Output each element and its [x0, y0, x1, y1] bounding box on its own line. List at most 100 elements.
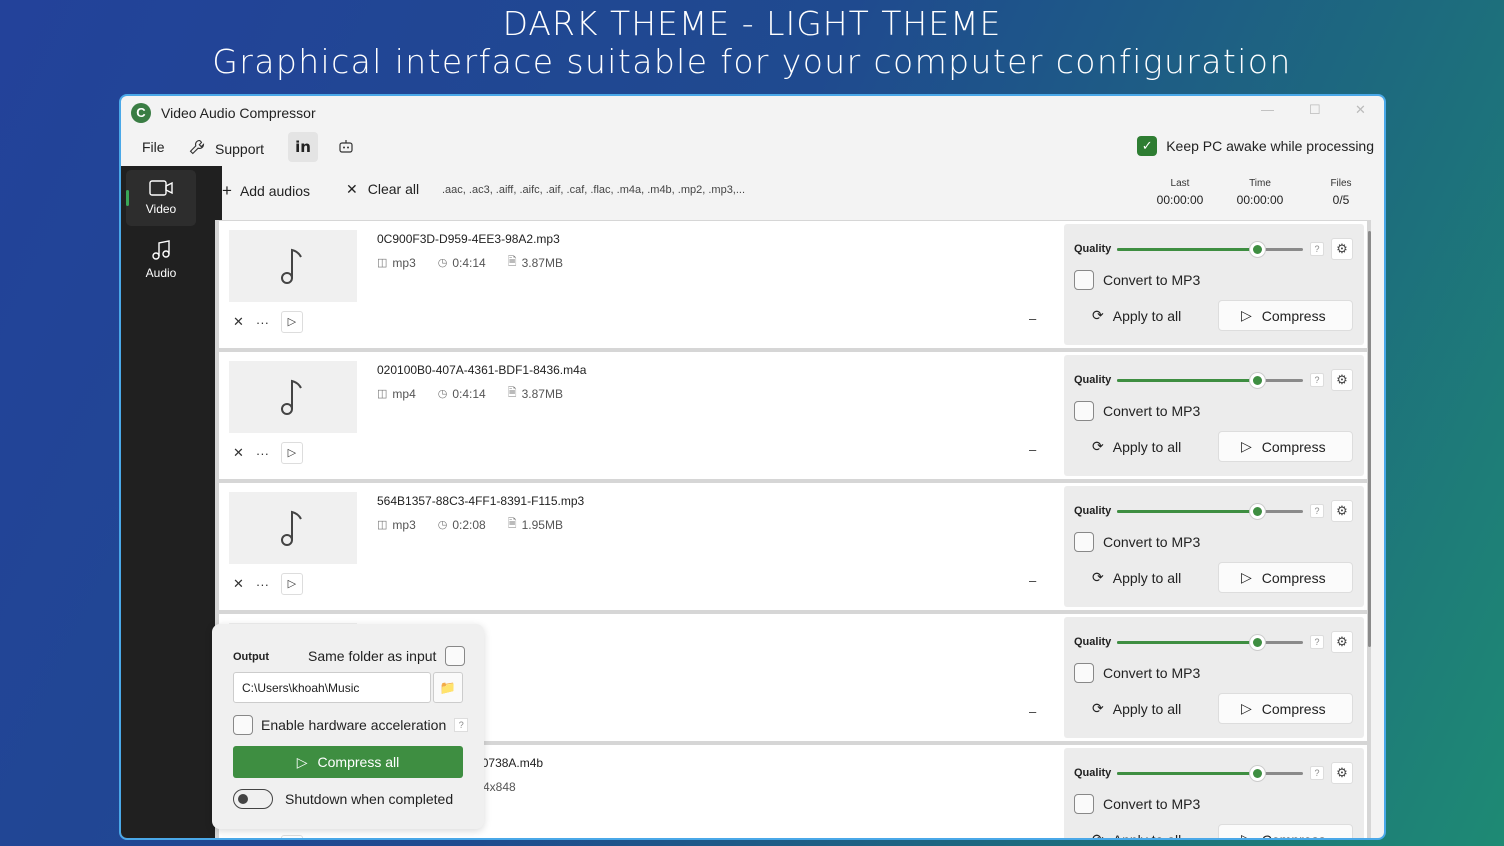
play-icon: ▷ [296, 753, 308, 770]
slider-knob[interactable] [1249, 373, 1265, 388]
compress-button[interactable]: ▷ Compress [1218, 693, 1353, 724]
refresh-icon: ⟳ [1092, 569, 1104, 585]
convert-mp3-checkbox[interactable] [1074, 794, 1094, 814]
convert-mp3-checkbox[interactable] [1074, 401, 1094, 421]
convert-mp3-option[interactable]: Convert to MP3 [1074, 401, 1200, 421]
help-icon[interactable]: ? [1310, 242, 1324, 256]
compress-label: Compress [1261, 569, 1326, 586]
remove-icon[interactable]: ✕ [233, 838, 244, 840]
quality-label: Quality [1074, 505, 1112, 517]
gear-icon[interactable]: ⚙ [1331, 238, 1353, 260]
shutdown-toggle[interactable] [233, 789, 273, 809]
remove-icon[interactable]: ✕ [233, 576, 244, 592]
quality-slider[interactable] [1117, 766, 1303, 781]
apply-to-all-button[interactable]: ⟳ Apply to all [1092, 438, 1181, 455]
more-icon[interactable]: ··· [256, 839, 269, 841]
thumbnail [229, 361, 357, 433]
file-name: 0C900F3D-D959-4EE3-98A2.mp3 [377, 232, 560, 246]
gear-icon[interactable]: ⚙ [1331, 500, 1353, 522]
quality-slider[interactable] [1117, 373, 1303, 388]
gear-icon[interactable]: ⚙ [1331, 762, 1353, 784]
play-icon[interactable]: ▷ [280, 573, 303, 595]
output-path-field[interactable]: C:\Users\khoah\Music [233, 672, 431, 703]
apply-to-all-button[interactable]: ⟳ Apply to all [1092, 700, 1181, 717]
minimize-icon[interactable]: — [1261, 102, 1274, 117]
stat-label: Last [1170, 178, 1190, 189]
same-folder-label: Same folder as input [308, 648, 437, 664]
convert-mp3-label: Convert to MP3 [1103, 665, 1201, 681]
file-name: 020100B0-407A-4361-BDF1-8436.m4a [377, 363, 587, 377]
slider-knob[interactable] [1249, 635, 1265, 650]
slider-fill [1117, 379, 1257, 382]
convert-mp3-checkbox[interactable] [1074, 663, 1094, 683]
play-icon: ▷ [1241, 700, 1252, 716]
linkedin-icon[interactable]: in [288, 132, 318, 162]
apply-to-all-button[interactable]: ⟳ Apply to all [1092, 831, 1181, 838]
hw-accel-checkbox[interactable] [233, 715, 253, 735]
gear-icon[interactable]: ⚙ [1331, 369, 1353, 391]
compress-label: Compress [1261, 307, 1326, 324]
compress-button[interactable]: ▷ Compress [1218, 824, 1353, 838]
list-scrollbar[interactable] [1368, 231, 1371, 647]
help-icon[interactable]: ? [454, 718, 469, 732]
remove-icon[interactable]: ✕ [233, 445, 244, 461]
compress-all-button[interactable]: ▷ Compress all [233, 746, 463, 778]
progress-placeholder: – [1029, 311, 1037, 326]
slider-knob[interactable] [1249, 766, 1265, 781]
file-icon: 🗎 [507, 387, 517, 399]
slider-knob[interactable] [1249, 242, 1265, 257]
same-folder-checkbox[interactable] [445, 646, 466, 666]
more-icon[interactable]: ··· [256, 315, 269, 330]
compress-button[interactable]: ▷ Compress [1218, 431, 1353, 462]
sidebar-item-video[interactable]: Video [126, 170, 196, 226]
help-icon[interactable]: ? [1310, 766, 1324, 780]
shutdown-option[interactable]: Shutdown when completed [233, 789, 453, 809]
help-icon[interactable]: ? [1310, 635, 1324, 649]
close-icon[interactable]: ✕ [1355, 102, 1366, 118]
sidebar-item-audio[interactable]: Audio [126, 230, 196, 286]
compress-button[interactable]: ▷ Compress [1218, 300, 1353, 331]
slider-fill [1117, 510, 1257, 513]
stat-value: 0/5 [1332, 193, 1350, 207]
convert-mp3-option[interactable]: Convert to MP3 [1074, 794, 1200, 814]
convert-mp3-option[interactable]: Convert to MP3 [1074, 532, 1200, 552]
folder-open-icon[interactable]: 📁 [433, 672, 463, 703]
more-icon[interactable]: ··· [256, 446, 269, 461]
supported-extensions: .aac, .ac3, .aiff, .aifc, .aif, .caf, .f… [442, 184, 746, 196]
check-icon[interactable]: ✓ [1137, 136, 1158, 156]
convert-mp3-option[interactable]: Convert to MP3 [1074, 270, 1200, 290]
play-icon[interactable]: ▷ [280, 311, 303, 333]
convert-mp3-option[interactable]: Convert to MP3 [1074, 663, 1200, 683]
play-icon[interactable]: ▷ [280, 442, 303, 464]
convert-mp3-checkbox[interactable] [1074, 532, 1094, 552]
keep-awake-toggle[interactable]: ✓ Keep PC awake while processing [1137, 136, 1374, 156]
apply-to-all-button[interactable]: ⟳ Apply to all [1092, 569, 1181, 586]
convert-mp3-checkbox[interactable] [1074, 270, 1094, 290]
menu-file[interactable]: File [142, 139, 165, 155]
format-value: mp3 [392, 517, 416, 532]
play-icon[interactable]: ▷ [280, 835, 303, 838]
theme-icon[interactable] [331, 132, 361, 162]
compress-button[interactable]: ▷ Compress [1218, 562, 1353, 593]
help-icon[interactable]: ? [1310, 373, 1324, 387]
sidebar-item-label: Audio [145, 266, 177, 280]
same-folder-option[interactable]: Same folder as input [308, 646, 466, 666]
hw-accel-option[interactable]: Enable hardware acceleration ? [233, 715, 469, 735]
slider-knob[interactable] [1249, 504, 1265, 519]
compress-label: Compress [1261, 700, 1326, 717]
remove-icon[interactable]: ✕ [233, 314, 244, 330]
more-icon[interactable]: ··· [256, 577, 269, 592]
sidebar: Video Audio [121, 166, 202, 838]
quality-slider[interactable] [1117, 504, 1303, 519]
add-audios-button[interactable]: + Add audios [222, 181, 310, 201]
slider-fill [1117, 248, 1257, 251]
quality-slider[interactable] [1117, 635, 1303, 650]
maximize-icon[interactable]: ☐ [1309, 102, 1321, 118]
help-icon[interactable]: ? [1310, 504, 1324, 518]
menu-support[interactable]: Support [189, 139, 264, 158]
clear-all-button[interactable]: ✕ Clear all [346, 181, 419, 198]
apply-to-all-button[interactable]: ⟳ Apply to all [1092, 307, 1181, 324]
size-value: 3.87MB [521, 255, 563, 270]
quality-slider[interactable] [1117, 242, 1303, 257]
gear-icon[interactable]: ⚙ [1331, 631, 1353, 653]
